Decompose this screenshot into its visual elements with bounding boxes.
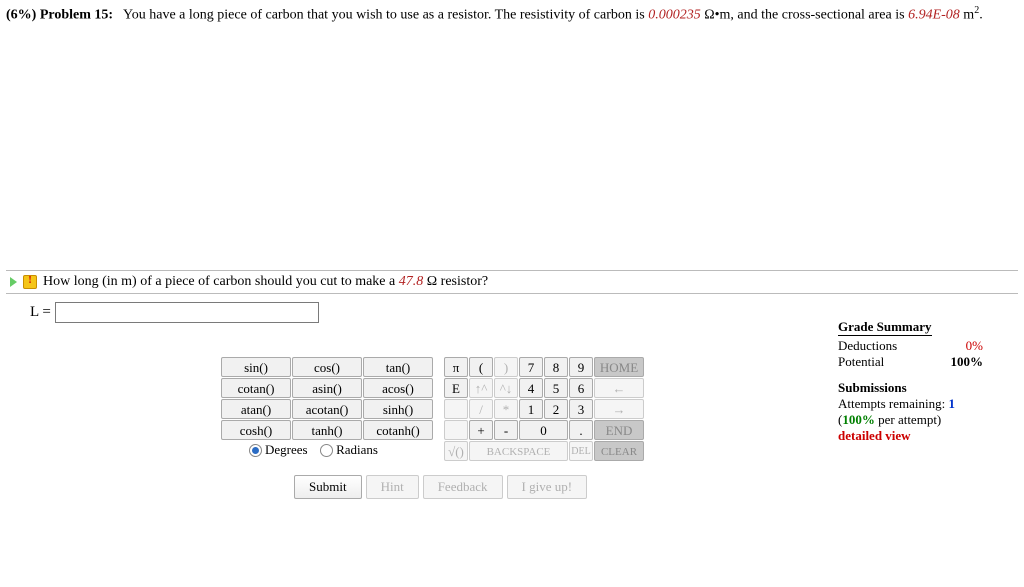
sin-button[interactable]: sin()	[221, 357, 291, 377]
right-button[interactable]: →	[594, 399, 644, 419]
submissions-header: Submissions	[838, 380, 998, 396]
area-value: 6.94E-08	[908, 8, 960, 23]
num9-button[interactable]: 9	[569, 357, 593, 377]
minus-button[interactable]: -	[494, 420, 518, 440]
detailed-view-link[interactable]: detailed view	[838, 428, 998, 444]
num4-button[interactable]: 4	[519, 378, 543, 398]
question-text-after: Ω resistor?	[423, 274, 488, 289]
num2-button[interactable]: 2	[544, 399, 568, 419]
degrees-label: Degrees	[265, 442, 308, 458]
num7-button[interactable]: 7	[519, 357, 543, 377]
atan-button[interactable]: atan()	[221, 399, 291, 419]
problem-text-2: , and the cross-sectional area is	[730, 8, 908, 23]
calculator: sin() cos() tan() cotan() asin() acos() …	[221, 357, 645, 461]
attempts-label: Attempts remaining:	[838, 396, 948, 411]
asin-button[interactable]: asin()	[292, 378, 362, 398]
degrees-radio[interactable]	[249, 444, 262, 457]
per-attempt-value: 100%	[842, 412, 875, 427]
action-row: Submit Hint Feedback I give up!	[250, 475, 1018, 499]
problem-period: .	[979, 8, 983, 23]
plus-button[interactable]: +	[469, 420, 493, 440]
resistivity-unit: Ω•m	[704, 8, 730, 23]
grade-summary-header: Grade Summary	[838, 319, 932, 336]
deductions-value: 0%	[966, 338, 983, 354]
num6-button[interactable]: 6	[569, 378, 593, 398]
cosh-button[interactable]: cosh()	[221, 420, 291, 440]
clear-button[interactable]: CLEAR	[594, 441, 644, 461]
num3-button[interactable]: 3	[569, 399, 593, 419]
resistivity-value: 0.000235	[648, 8, 701, 23]
end-button[interactable]: END	[594, 420, 644, 440]
potential-label: Potential	[838, 354, 884, 370]
hint-button[interactable]: Hint	[366, 475, 419, 499]
cos-button[interactable]: cos()	[292, 357, 362, 377]
area-unit-base: m	[963, 8, 974, 23]
question-bar: How long (in m) of a piece of carbon sho…	[6, 270, 1018, 294]
giveup-button[interactable]: I give up!	[507, 475, 588, 499]
answer-input[interactable]	[55, 302, 319, 323]
sinh-button[interactable]: sinh()	[363, 399, 433, 419]
answer-var-label: L =	[30, 304, 55, 320]
problem-statement: (6%) Problem 15: You have a long piece o…	[6, 4, 1018, 25]
submit-button[interactable]: Submit	[294, 475, 362, 499]
num1-button[interactable]: 1	[519, 399, 543, 419]
expand-icon[interactable]	[10, 277, 17, 287]
star-button[interactable]: *	[494, 399, 518, 419]
up-button[interactable]: ↑^	[469, 378, 493, 398]
num0-button[interactable]: 0	[519, 420, 568, 440]
attempts-value: 1	[948, 396, 955, 411]
del-button[interactable]: DEL	[569, 441, 593, 461]
warning-icon	[23, 275, 37, 289]
radians-label: Radians	[336, 442, 378, 458]
numpad: π ( ) 7 8 9 HOME E ↑^ ^↓ 4 5 6 ←	[444, 357, 645, 461]
potential-value: 100%	[951, 354, 984, 370]
problem-title: Problem 15:	[40, 8, 113, 23]
cotanh-button[interactable]: cotanh()	[363, 420, 433, 440]
e-button[interactable]: E	[444, 378, 468, 398]
blank1-button	[444, 399, 468, 419]
problem-weight: (6%)	[6, 8, 36, 23]
blank2-button	[444, 420, 468, 440]
deductions-label: Deductions	[838, 338, 897, 354]
lparen-button[interactable]: (	[469, 357, 493, 377]
dot-button[interactable]: .	[569, 420, 593, 440]
grade-summary: Grade Summary Deductions 0% Potential 10…	[838, 319, 998, 444]
acotan-button[interactable]: acotan()	[292, 399, 362, 419]
feedback-button[interactable]: Feedback	[423, 475, 503, 499]
per-attempt-b: per attempt)	[875, 412, 941, 427]
question-text-before: How long (in m) of a piece of carbon sho…	[43, 274, 399, 289]
down-button[interactable]: ^↓	[494, 378, 518, 398]
sqrt-button[interactable]: √()	[444, 441, 468, 461]
radians-radio[interactable]	[320, 444, 333, 457]
cotan-button[interactable]: cotan()	[221, 378, 291, 398]
num5-button[interactable]: 5	[544, 378, 568, 398]
tan-button[interactable]: tan()	[363, 357, 433, 377]
home-button[interactable]: HOME	[594, 357, 644, 377]
pi-button[interactable]: π	[444, 357, 468, 377]
function-keys: sin() cos() tan() cotan() asin() acos() …	[221, 357, 434, 461]
slash-button[interactable]: /	[469, 399, 493, 419]
question-value: 47.8	[399, 274, 424, 289]
tanh-button[interactable]: tanh()	[292, 420, 362, 440]
acos-button[interactable]: acos()	[363, 378, 433, 398]
rparen-button[interactable]: )	[494, 357, 518, 377]
backspace-button[interactable]: BACKSPACE	[469, 441, 568, 461]
num8-button[interactable]: 8	[544, 357, 568, 377]
problem-text-1: You have a long piece of carbon that you…	[123, 8, 648, 23]
left-button[interactable]: ←	[594, 378, 644, 398]
